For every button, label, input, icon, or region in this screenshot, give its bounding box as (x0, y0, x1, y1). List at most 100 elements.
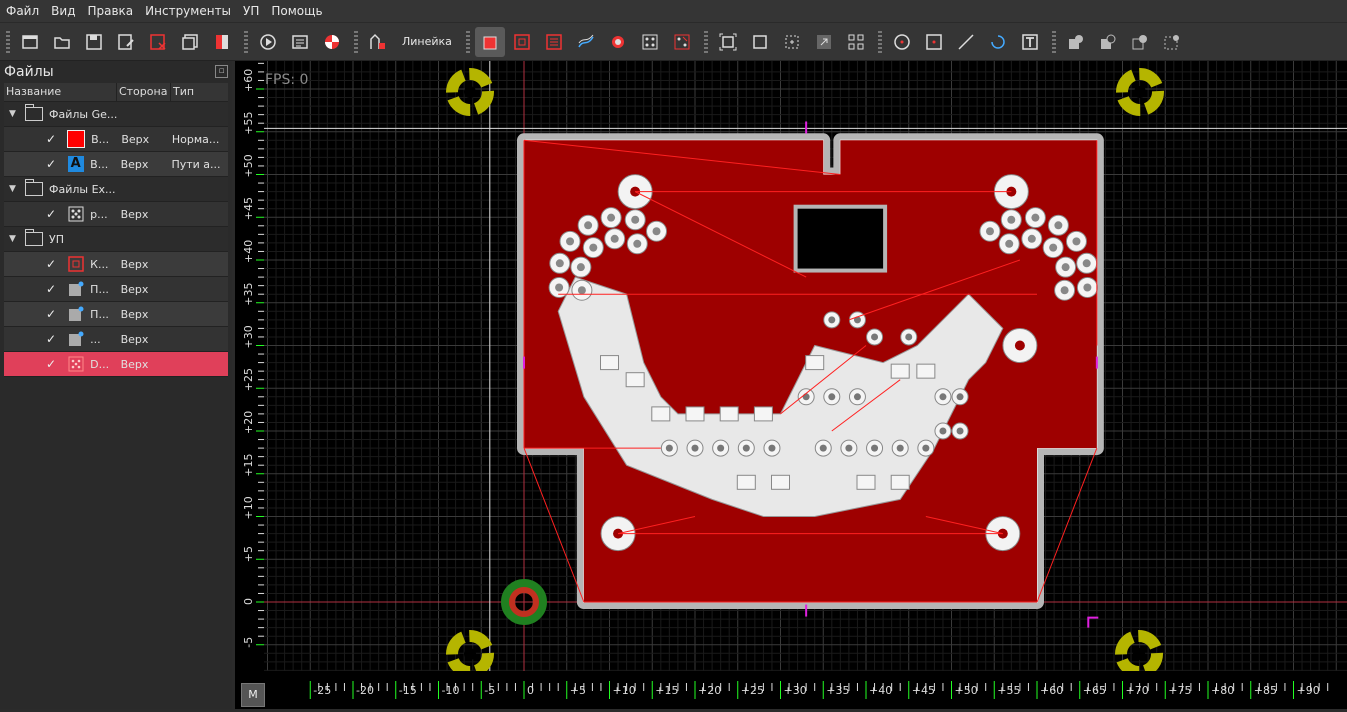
new-file-icon[interactable] (15, 27, 45, 57)
close-all-icon[interactable] (207, 27, 237, 57)
pad-hole (717, 444, 725, 452)
mode-button[interactable]: M (241, 683, 265, 707)
visibility-checkbox[interactable]: ✓ (46, 332, 59, 346)
item-side: Верх (120, 157, 149, 171)
item-side: Верх (120, 357, 149, 371)
toolbar-grip[interactable] (6, 30, 10, 53)
play-icon[interactable] (253, 27, 283, 57)
tree-item[interactable]: ✓ D... Верх (4, 352, 228, 377)
circle-icon[interactable] (887, 27, 917, 57)
thermal-icon[interactable] (571, 27, 601, 57)
tree-folder[interactable]: ▼ УП (4, 227, 228, 252)
y-tick-label: +50 (242, 154, 255, 177)
menu-cnc[interactable]: УП (237, 0, 265, 22)
union-icon[interactable] (1061, 27, 1091, 57)
expand-arrow-icon[interactable]: ▼ (9, 184, 19, 194)
drill-icon[interactable] (603, 27, 633, 57)
grid-icon[interactable] (841, 27, 871, 57)
smd-pad (719, 406, 739, 422)
toolbar-grip[interactable] (465, 30, 470, 53)
ruler-icon[interactable] (363, 27, 393, 57)
pad-hole (610, 234, 619, 243)
toolbar-grip[interactable] (354, 30, 358, 53)
x-tick-label: +10 (613, 684, 636, 697)
toolbar-grip[interactable] (877, 30, 882, 53)
column-side[interactable]: Сторона (117, 83, 172, 101)
pad-hole (566, 237, 575, 246)
pocket-tool-icon[interactable] (507, 27, 537, 57)
visibility-checkbox[interactable]: ✓ (46, 207, 59, 221)
pcb-canvas[interactable]: -25 -20 -15 -10 -5 0 +5 +10 +15 +20 +25 +30 +35 +40 +4… (232, 54, 1347, 709)
menu-view[interactable]: Вид (45, 0, 81, 22)
smd-pad (771, 474, 790, 490)
tree-item[interactable]: ✓ П... Верх (4, 277, 228, 302)
intersect-icon[interactable] (1125, 27, 1155, 57)
grid-drill-icon[interactable] (667, 27, 697, 57)
visibility-checkbox[interactable]: ✓ (46, 307, 59, 321)
pad-hole (633, 239, 642, 248)
tree-folder[interactable]: ▼ Файлы Ex... (4, 177, 228, 202)
left-ruler (232, 61, 264, 671)
toolbar-grip[interactable] (1051, 30, 1056, 53)
close-file-icon[interactable] (143, 27, 173, 57)
expand-arrow-icon[interactable]: ▼ (9, 234, 19, 244)
zoom-sel-icon[interactable] (777, 27, 807, 57)
expand-arrow-icon[interactable]: ▼ (9, 109, 19, 119)
menu-file[interactable]: Файл (0, 0, 45, 22)
item-side: Верх (120, 207, 149, 221)
settings-icon[interactable] (285, 27, 315, 57)
pad-hole (956, 427, 964, 435)
dots-icon[interactable] (635, 27, 665, 57)
save-icon[interactable] (79, 27, 109, 57)
tree-item[interactable]: ✓... Верх (4, 327, 228, 352)
text-tool-icon[interactable] (1015, 27, 1045, 57)
visibility-checkbox[interactable]: ✓ (46, 357, 59, 371)
smd-pad (890, 474, 910, 490)
letter-a-icon: A (67, 155, 84, 173)
menu-tools[interactable]: Инструменты (139, 0, 237, 22)
x-tick-label: +20 (698, 684, 721, 697)
tree-item[interactable]: ✓ П... Верх (4, 302, 228, 327)
visibility-checkbox[interactable]: ✓ (46, 257, 59, 271)
ruler-label[interactable]: Линейка (394, 35, 460, 48)
save-as-icon[interactable] (111, 27, 141, 57)
tree-item[interactable]: ✓ p... Верх (4, 202, 228, 227)
tree-folder[interactable]: ▼ Файлы Ge... (4, 102, 228, 127)
item-side: Верх (120, 332, 149, 346)
pad-hole (845, 444, 853, 452)
toolbar-grip[interactable] (244, 30, 248, 53)
open-folder-icon[interactable] (47, 27, 77, 57)
zoom-frame-icon[interactable] (745, 27, 775, 57)
profile-tool-icon[interactable] (474, 26, 505, 57)
tree-item[interactable]: ✓ В... Верх Норма... (4, 127, 228, 152)
save-all-icon[interactable] (175, 27, 205, 57)
pad-hole (922, 444, 930, 452)
zoom-fit-icon[interactable] (713, 27, 743, 57)
panel-float-icon[interactable]: ▫ (215, 65, 228, 78)
line-icon[interactable] (951, 27, 981, 57)
pcb-view[interactable]: -25 -20 -15 -10 -5 0 +5 +10 +15 +20 +25 +30 +35 +40 +4… (232, 54, 1347, 709)
select-icon[interactable] (1157, 27, 1187, 57)
menu-help[interactable]: Помощь (265, 0, 328, 22)
fiducial-marker-center (1133, 648, 1145, 660)
pad-hole (691, 444, 699, 452)
menu-edit[interactable]: Правка (81, 0, 139, 22)
visibility-checkbox[interactable]: ✓ (46, 157, 59, 171)
pie-icon[interactable] (317, 27, 347, 57)
tree-item[interactable]: ✓ К... Верх (4, 252, 228, 277)
smd-pad (600, 355, 619, 371)
pocket-raster-icon[interactable] (539, 27, 569, 57)
rect-icon[interactable] (919, 27, 949, 57)
visibility-checkbox[interactable]: ✓ (46, 282, 59, 296)
pad-hole (819, 444, 827, 452)
visibility-checkbox[interactable]: ✓ (46, 132, 59, 146)
column-name[interactable]: Название (4, 83, 117, 101)
pad-hole (665, 444, 673, 452)
arc-icon[interactable] (983, 27, 1013, 57)
column-type[interactable]: Тип (171, 83, 228, 101)
toolbar-grip[interactable] (703, 30, 708, 53)
fiducial-marker-center (464, 86, 476, 98)
zoom-in-icon[interactable] (809, 27, 839, 57)
tree-item[interactable]: ✓ A В... Верх Пути а... (4, 152, 228, 177)
subtract-icon[interactable] (1093, 27, 1123, 57)
